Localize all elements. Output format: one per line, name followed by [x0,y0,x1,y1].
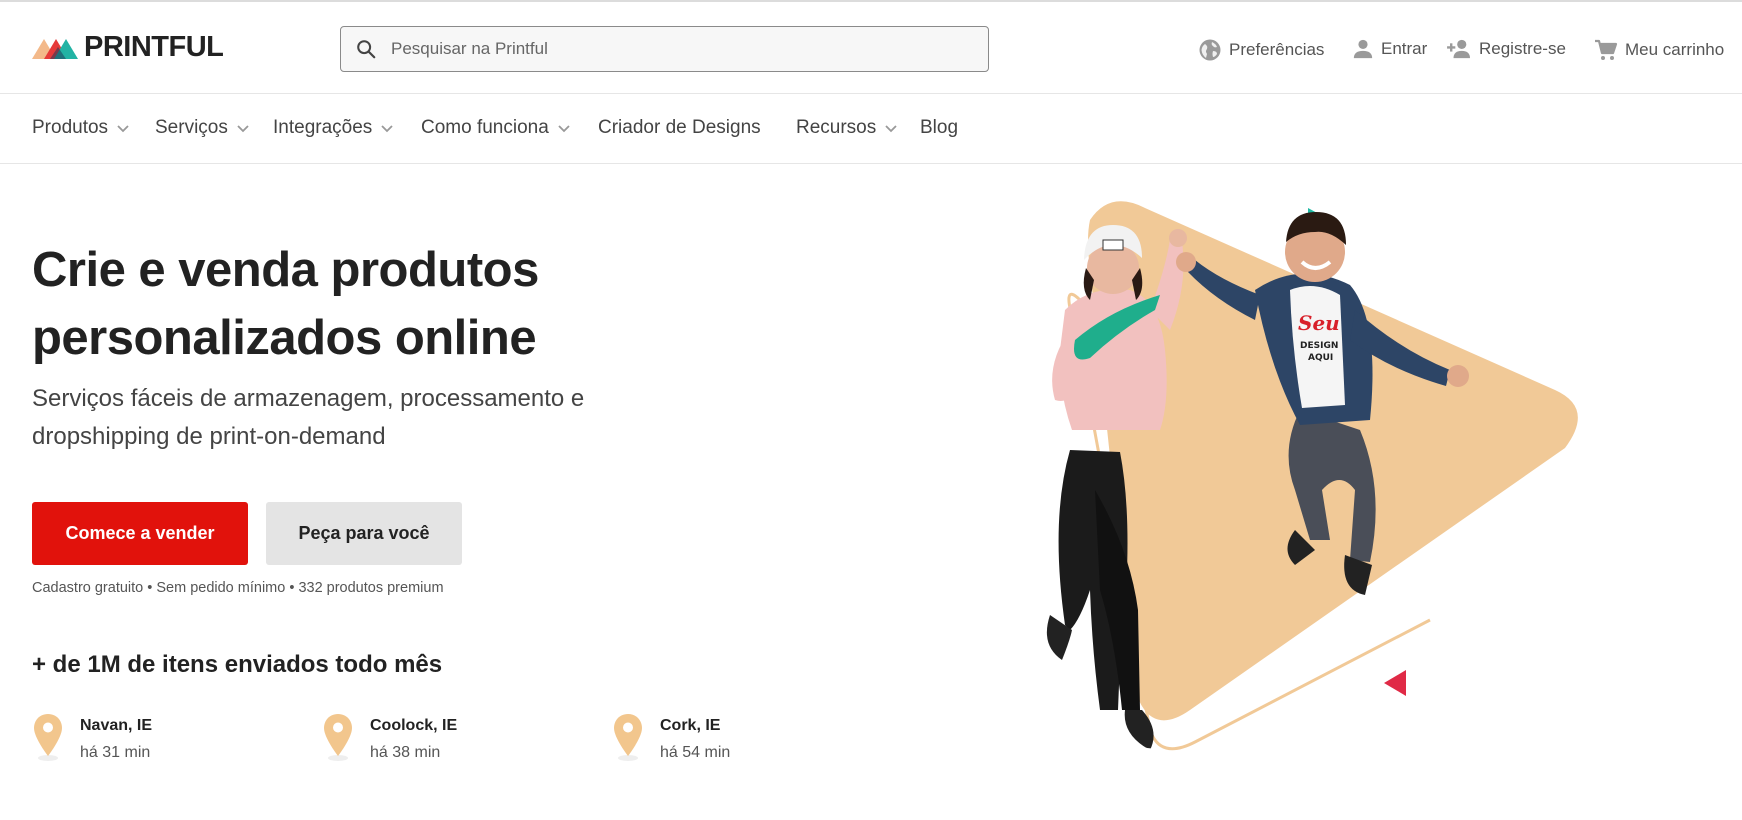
shipping-stats-title: + de 1M de itens enviados todo mês [32,651,443,678]
nav-item-recursos[interactable]: Recursos [796,117,897,139]
cart-icon [1595,39,1618,60]
shirt-print-text: DESIGN [1300,341,1338,351]
hero-title-line2: personalizados online [32,311,537,365]
location-city: Coolock, IE [370,717,458,734]
nav-label: Como funciona [421,117,549,138]
register-label: Registre-se [1479,39,1566,58]
location-city: Navan, IE [80,717,153,734]
location-pin-icon [34,714,62,761]
nav-item-criador-de-designs[interactable]: Criador de Designs [598,117,761,139]
nav-item-blog[interactable]: Blog [920,117,958,139]
printful-logo-mark-icon [32,39,78,59]
preferences-link[interactable]: Preferências [1198,38,1324,62]
hero-title: Crie e venda produtos personalizados onl… [32,236,792,372]
nav-item-integracoes[interactable]: Integrações [273,117,393,139]
nav-item-como-funciona[interactable]: Como funciona [421,117,570,139]
hero-fineprint: Cadastro gratuito • Sem pedido mínimo • … [32,580,444,596]
hero-subtitle-line1: Serviços fáceis de armazenagem, processa… [32,385,585,412]
nav-label: Produtos [32,117,109,138]
nav-label: Recursos [796,117,877,138]
location-time: há 38 min [370,744,441,761]
chevron-down-icon [558,125,570,133]
nav-label: Blog [920,117,959,138]
start-selling-button[interactable]: Comece a vender [32,502,248,565]
search-bar[interactable] [340,26,989,72]
shirt-print-text: AQUI [1308,353,1333,363]
site-header: PRINTFUL Preferências Entrar Re [0,2,1742,94]
chevron-down-icon [381,125,393,133]
location-city: Cork, IE [660,717,721,734]
location-pin-icon [324,714,352,761]
globe-icon [1199,39,1221,61]
cart-label: Meu carrinho [1625,40,1725,59]
location-time: há 54 min [660,744,731,761]
cart-link[interactable]: Meu carrinho [1594,38,1724,62]
hero-subtitle-line2: dropshipping de print-on-demand [32,423,386,450]
order-for-yourself-button[interactable]: Peça para você [266,502,462,565]
nav-item-produtos[interactable]: Produtos [32,117,129,139]
location-time: há 31 min [80,744,151,761]
nav-label: Integrações [273,117,373,138]
chevron-down-icon [117,125,129,133]
hero-subtitle: Serviços fáceis de armazenagem, processa… [32,380,712,456]
brand-name: PRINTFUL [84,31,224,63]
location-pin-icon [614,714,642,761]
add-user-icon [1447,39,1470,59]
user-icon [1353,39,1373,59]
search-icon [357,40,376,59]
red-triangle-shape [1384,670,1406,696]
preferences-label: Preferências [1229,40,1325,59]
login-label: Entrar [1381,39,1428,58]
printful-logo[interactable]: PRINTFUL [32,31,224,63]
search-input[interactable] [391,39,951,59]
nav-item-servicos[interactable]: Serviços [155,117,249,139]
login-link[interactable]: Entrar [1352,38,1427,60]
chevron-down-icon [237,125,249,133]
nav-label: Criador de Designs [598,117,761,138]
shirt-print-text: Seu [1298,311,1340,335]
hero-illustration: Seu DESIGN AQUI [1046,201,1578,752]
hero-title-line1: Crie e venda produtos [32,243,539,297]
register-link[interactable]: Registre-se [1446,38,1566,60]
nav-label: Serviços [155,117,228,138]
chevron-down-icon [885,125,897,133]
main-nav: Produtos Serviços Integrações Como funci… [0,95,1742,164]
